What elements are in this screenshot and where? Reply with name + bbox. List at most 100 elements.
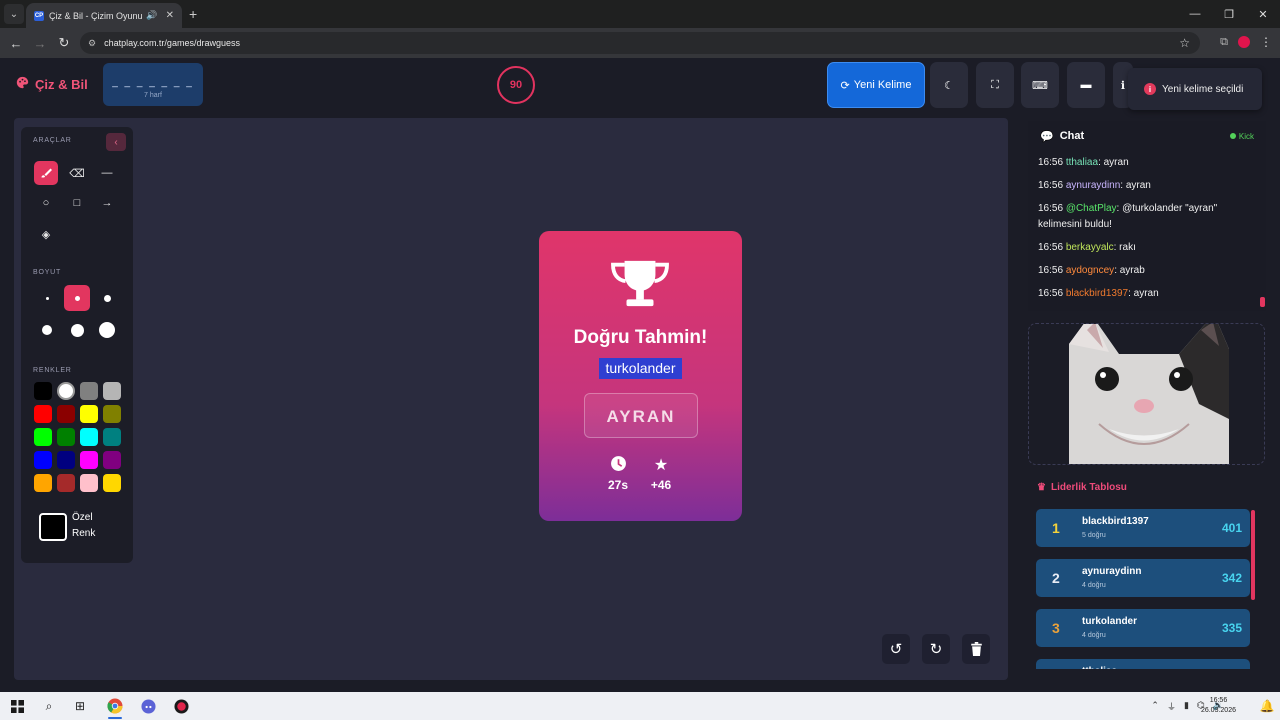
color-swatch[interactable]: [34, 451, 52, 469]
color-swatch[interactable]: [103, 405, 121, 423]
search-icon[interactable]: ⌕: [40, 697, 58, 715]
system-clock[interactable]: 16:56 26.03.2026: [1201, 696, 1236, 716]
message-user[interactable]: berkayyalc: [1066, 242, 1114, 253]
circle-tool[interactable]: ○: [34, 191, 58, 215]
paint-bucket-icon: ◈: [41, 228, 51, 241]
answer-word: AYRAN: [584, 393, 698, 438]
redo-button[interactable]: ↻: [922, 634, 950, 664]
tray-chevron-icon[interactable]: ⌃: [1151, 700, 1159, 713]
undo-button[interactable]: ↺: [882, 634, 910, 664]
browser-tab[interactable]: CP Çiz & Bil - Çizim Oyunu 🔊 ✕: [26, 3, 182, 28]
profile-avatar[interactable]: [1238, 36, 1250, 48]
custom-color-label-line1: Özel: [72, 512, 93, 523]
close-window-icon[interactable]: ✕: [1246, 0, 1280, 28]
line-icon: —: [101, 167, 113, 179]
size-option-2[interactable]: [64, 285, 90, 311]
fill-tool[interactable]: ◈: [34, 222, 58, 246]
drawing-canvas[interactable]: [14, 118, 1008, 680]
color-swatch[interactable]: [34, 405, 52, 423]
minimize-icon[interactable]: —: [1178, 0, 1212, 28]
color-swatch[interactable]: [34, 428, 52, 446]
rectangle-tool[interactable]: □: [65, 191, 89, 215]
size-option-4[interactable]: [34, 317, 60, 343]
tab-list-chevron-icon[interactable]: ⌄: [4, 4, 24, 24]
keyboard-icon: ⌨: [1032, 79, 1048, 92]
message-time: 16:56: [1038, 203, 1064, 214]
new-tab-button[interactable]: +: [189, 6, 197, 22]
size-option-3[interactable]: [94, 285, 120, 311]
chat-message: 16:56 tthaliaa: ayran: [1038, 155, 1256, 171]
message-user[interactable]: @ChatPlay: [1066, 203, 1117, 214]
color-swatch[interactable]: [34, 474, 52, 492]
message-user[interactable]: aynuraydinn: [1066, 180, 1120, 191]
keyboard-button[interactable]: ⌨: [1021, 62, 1059, 108]
forward-icon[interactable]: →: [28, 36, 52, 51]
size-option-1[interactable]: [34, 285, 60, 311]
custom-color-picker[interactable]: [39, 513, 67, 541]
size-label: BOYUT: [33, 269, 62, 276]
bookmark-star-icon[interactable]: ☆: [1179, 36, 1190, 50]
leaderboard-correct: 5 doğru: [1082, 532, 1106, 539]
windows-taskbar: ⌕ ⊞ ⌃ ⏚ ▮ ⌬ 🔉 16:56 26.03.2026 🔔: [0, 692, 1280, 720]
dark-mode-button[interactable]: ☾: [930, 62, 968, 108]
chat-message: 16:56 blackbird1397: ayran: [1038, 286, 1256, 302]
discord-icon[interactable]: [139, 697, 157, 715]
redo-icon: ↻: [929, 641, 943, 658]
extension-area: ⧉ ⋮: [1220, 35, 1272, 49]
restore-icon[interactable]: ❐: [1212, 0, 1246, 28]
message-user[interactable]: tthaliaa: [1066, 157, 1098, 168]
color-swatch[interactable]: [80, 382, 98, 400]
eraser-tool[interactable]: ⌫: [65, 161, 89, 185]
message-time: 16:56: [1038, 288, 1064, 299]
message-user[interactable]: aydogncey: [1066, 265, 1114, 276]
usb-icon[interactable]: ⏚: [1167, 700, 1176, 713]
color-swatch[interactable]: [80, 474, 98, 492]
tab-audio-icon[interactable]: 🔊: [146, 10, 157, 21]
fullscreen-button[interactable]: ⛶: [976, 62, 1014, 108]
back-icon[interactable]: ←: [4, 36, 28, 51]
browser-menu-icon[interactable]: ⋮: [1260, 35, 1272, 49]
size-option-6[interactable]: [94, 317, 120, 343]
color-swatch[interactable]: [57, 428, 75, 446]
chrome-icon[interactable]: [106, 697, 124, 715]
app-red-icon[interactable]: [172, 697, 190, 715]
line-tool[interactable]: —: [95, 161, 119, 185]
extensions-icon[interactable]: ⧉: [1220, 36, 1228, 49]
leaderboard-scrollbar[interactable]: [1251, 510, 1255, 600]
archive-button[interactable]: ▬: [1067, 62, 1105, 108]
task-view-icon[interactable]: ⊞: [71, 697, 89, 715]
leaderboard-score: 342: [1221, 571, 1242, 585]
new-word-button[interactable]: ⟳ Yeni Kelime: [827, 62, 925, 108]
clear-canvas-button[interactable]: [962, 634, 990, 664]
window-controls: — ❐ ✕: [1178, 0, 1280, 28]
message-user[interactable]: blackbird1397: [1066, 288, 1128, 299]
color-swatch[interactable]: [80, 428, 98, 446]
color-swatch[interactable]: [80, 405, 98, 423]
tab-close-icon[interactable]: ✕: [166, 10, 174, 21]
brush-tool[interactable]: [34, 161, 58, 185]
address-bar[interactable]: ⚙ chatplay.com.tr/games/drawguess ☆: [80, 32, 1200, 54]
webcam-overlay: [1028, 323, 1265, 465]
size-option-5[interactable]: [64, 317, 90, 343]
notification-bell-icon[interactable]: 🔔: [1258, 697, 1276, 715]
color-swatch[interactable]: [103, 451, 121, 469]
color-swatch[interactable]: [80, 451, 98, 469]
color-swatch[interactable]: [57, 382, 75, 400]
reload-icon[interactable]: ↻: [52, 35, 76, 51]
chat-message: 16:56 @ChatPlay: @turkolander "ayran" ke…: [1038, 201, 1256, 233]
color-swatch[interactable]: [57, 405, 75, 423]
battery-icon[interactable]: ▮: [1184, 700, 1189, 713]
chat-scrollbar[interactable]: [1260, 297, 1265, 307]
leaderboard-name: aynuraydinn: [1082, 566, 1142, 577]
color-swatch[interactable]: [103, 474, 121, 492]
color-swatch[interactable]: [57, 474, 75, 492]
collapse-panel-button[interactable]: ‹: [106, 133, 126, 151]
color-swatch[interactable]: [103, 382, 121, 400]
color-swatch[interactable]: [103, 428, 121, 446]
color-swatch[interactable]: [57, 451, 75, 469]
arrow-tool[interactable]: →: [95, 191, 119, 215]
color-swatch[interactable]: [34, 382, 52, 400]
site-info-icon[interactable]: ⚙: [88, 38, 96, 49]
app-logo[interactable]: Çiz & Bil: [16, 76, 88, 92]
windows-start-icon[interactable]: [8, 697, 26, 715]
